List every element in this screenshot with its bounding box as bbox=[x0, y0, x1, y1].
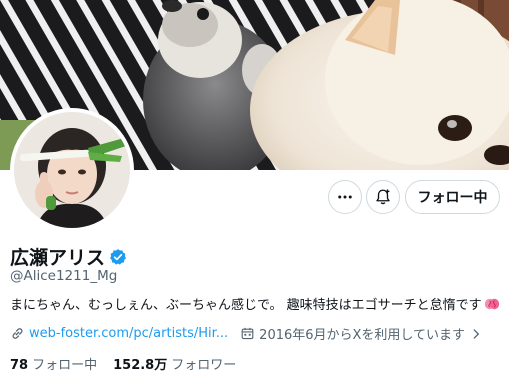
calendar-icon bbox=[241, 327, 254, 340]
verified-badge-icon[interactable] bbox=[109, 248, 127, 266]
following-count: 78 bbox=[10, 358, 29, 373]
bio-text: まにちゃん、むっしぇん、ぶーちゃん感じで。 趣味特技はエゴサーチと怠惰です bbox=[10, 298, 482, 313]
profile-bio: まにちゃん、むっしぇん、ぶーちゃん感じで。 趣味特技はエゴサーチと怠惰です bbox=[10, 294, 500, 313]
notification-button[interactable] bbox=[366, 180, 400, 214]
more-button[interactable] bbox=[328, 180, 362, 214]
followers-stat[interactable]: 152.8万 フォロワー bbox=[113, 354, 236, 373]
website-link[interactable]: web-foster.com/pc/artists/Hir... bbox=[29, 326, 228, 341]
name-row: 広瀬アリス bbox=[10, 243, 127, 270]
followers-count: 152.8万 bbox=[113, 358, 168, 373]
follow-stats: 78 フォロー中 152.8万 フォロワー bbox=[10, 354, 236, 373]
profile-avatar[interactable] bbox=[10, 108, 134, 232]
followers-label: フォロワー bbox=[171, 358, 237, 373]
notification-add-icon bbox=[376, 189, 390, 205]
chevron-right-icon[interactable] bbox=[469, 327, 483, 341]
profile-meta: web-foster.com/pc/artists/Hir... 2016年6月… bbox=[10, 324, 483, 343]
joined-date: 2016年6月からXを利用しています bbox=[259, 328, 466, 343]
display-name: 広瀬アリス bbox=[10, 247, 106, 269]
avatar-photo bbox=[14, 112, 130, 228]
following-stat[interactable]: 78 フォロー中 bbox=[10, 354, 97, 373]
user-handle: @Alice1211_Mg bbox=[10, 268, 118, 284]
link-icon bbox=[12, 328, 23, 339]
following-label: フォロー中 bbox=[32, 358, 98, 373]
following-button[interactable]: フォロー中 bbox=[405, 180, 500, 214]
brain-emoji-icon bbox=[484, 298, 499, 309]
more-icon bbox=[338, 195, 352, 199]
